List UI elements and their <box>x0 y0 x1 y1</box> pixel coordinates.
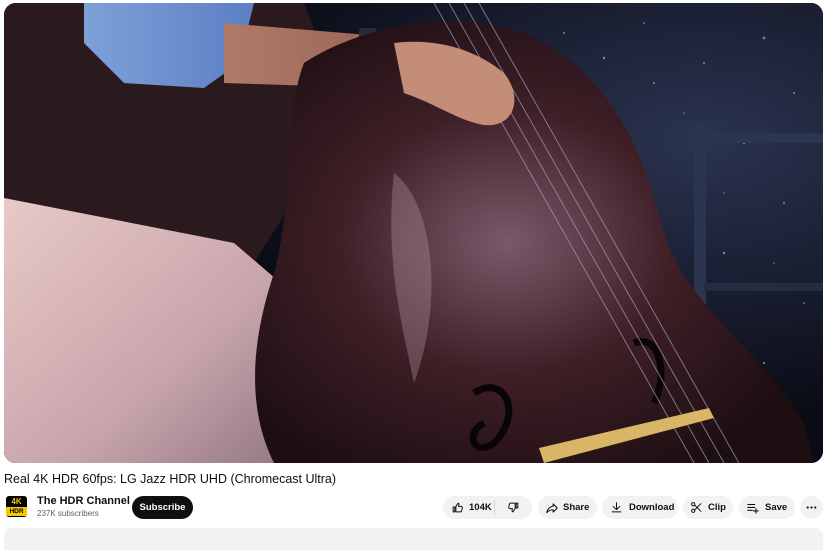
video-frame <box>4 3 823 463</box>
like-count: 104K <box>469 502 492 513</box>
dislike-button[interactable] <box>495 496 532 519</box>
channel-logo-top: 4K <box>11 497 22 506</box>
scissors-icon <box>691 502 702 513</box>
video-title: Real 4K HDR 60fps: LG Jazz HDR UHD (Chro… <box>4 472 337 486</box>
save-label: Save <box>765 502 788 513</box>
download-icon <box>611 502 622 513</box>
save-button[interactable]: Save <box>739 496 795 519</box>
like-dislike-group: 104K <box>443 496 532 519</box>
download-button[interactable]: Download <box>602 496 678 519</box>
share-label: Share <box>563 502 590 513</box>
more-actions-button[interactable] <box>800 496 823 519</box>
playlist-add-icon <box>747 503 759 514</box>
channel-avatar[interactable]: 4K HDR <box>6 496 27 517</box>
share-button[interactable]: Share <box>538 496 597 519</box>
thumb-up-icon <box>452 502 463 513</box>
download-label: Download <box>629 502 675 513</box>
description-panel[interactable] <box>4 528 823 550</box>
subscriber-count: 237K subscribers <box>37 509 99 518</box>
more-horizontal-icon <box>806 506 817 509</box>
subscribe-button[interactable]: Subscribe <box>132 496 193 519</box>
share-icon <box>546 502 558 513</box>
clip-button[interactable]: Clip <box>683 496 733 519</box>
channel-logo-bottom: HDR <box>6 507 27 516</box>
video-player[interactable] <box>4 3 823 463</box>
thumb-down-icon <box>508 502 519 513</box>
clip-label: Clip <box>708 502 726 513</box>
like-button[interactable]: 104K <box>443 496 494 519</box>
channel-name[interactable]: The HDR Channel <box>37 495 130 507</box>
